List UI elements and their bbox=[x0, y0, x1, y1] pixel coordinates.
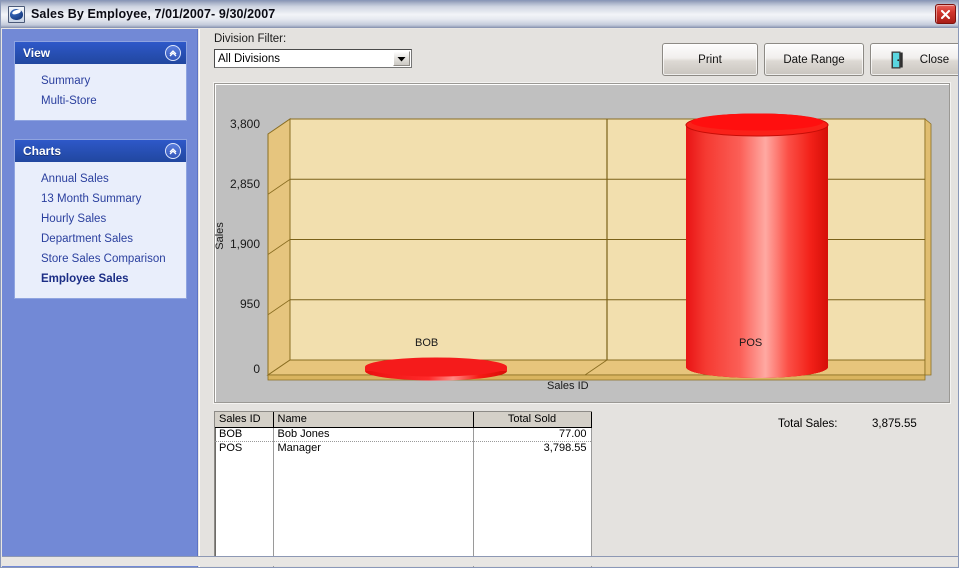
cell-name: Bob Jones bbox=[273, 427, 474, 442]
table-row[interactable]: BOB Bob Jones 77.00 bbox=[215, 427, 592, 442]
table-col-sales-id[interactable]: Sales ID bbox=[215, 412, 274, 428]
svg-text:2,850: 2,850 bbox=[230, 177, 260, 191]
division-filter-value: All Divisions bbox=[218, 52, 280, 65]
chevron-down-icon[interactable] bbox=[393, 51, 410, 66]
cell-total-sold: 3,798.55 bbox=[473, 441, 592, 455]
window-close-button[interactable] bbox=[935, 4, 956, 24]
close-button[interactable]: Close bbox=[870, 43, 958, 76]
total-sales-value: 3,875.55 bbox=[872, 418, 917, 430]
chevron-up-icon[interactable] bbox=[165, 45, 181, 61]
print-button[interactable]: Print bbox=[662, 43, 758, 76]
svg-text:0: 0 bbox=[253, 362, 260, 376]
sidebar-item-store-sales-comparison[interactable]: Store Sales Comparison bbox=[15, 249, 186, 269]
chart-y-axis-label: Sales bbox=[213, 222, 226, 250]
table-row[interactable]: POS Manager 3,798.55 bbox=[215, 441, 592, 455]
exit-door-icon bbox=[891, 51, 906, 69]
panel-title-charts: Charts bbox=[23, 144, 62, 158]
bar-bob bbox=[365, 357, 507, 381]
panel-header-charts: Charts bbox=[15, 140, 186, 162]
division-filter-label: Division Filter: bbox=[214, 33, 287, 45]
division-filter-select[interactable]: All Divisions bbox=[214, 49, 412, 68]
sidebar: View Summary Multi-Store Charts Annual S… bbox=[2, 29, 198, 567]
panel-body-charts: Annual Sales 13 Month Summary Hourly Sal… bbox=[15, 162, 186, 298]
date-range-button-label: Date Range bbox=[783, 53, 845, 66]
table-col-name[interactable]: Name bbox=[273, 412, 474, 428]
panel-title-view: View bbox=[23, 46, 51, 60]
sidebar-item-annual-sales[interactable]: Annual Sales bbox=[15, 169, 186, 189]
chart-category-label-pos: POS bbox=[739, 337, 763, 349]
total-sales-label: Total Sales: bbox=[778, 418, 838, 430]
table-header-row: Sales ID Name Total Sold bbox=[215, 412, 592, 428]
close-button-label: Close bbox=[919, 53, 950, 66]
date-range-button[interactable]: Date Range bbox=[764, 43, 864, 76]
table-empty-rows bbox=[215, 455, 592, 567]
employee-sales-chart: 3,800 2,850 1,900 950 0 Sales BOB POS Sa… bbox=[214, 83, 950, 403]
sidebar-item-13-month-summary[interactable]: 13 Month Summary bbox=[15, 189, 186, 209]
main-content: Division Filter: All Divisions Print Dat… bbox=[199, 29, 958, 567]
svg-text:3,800: 3,800 bbox=[230, 117, 260, 131]
report-window: Sales By Employee, 7/01/2007- 9/30/2007 … bbox=[0, 0, 959, 568]
panel-body-view: Summary Multi-Store bbox=[15, 64, 186, 120]
title-bar: Sales By Employee, 7/01/2007- 9/30/2007 bbox=[1, 1, 958, 28]
status-bar bbox=[2, 556, 958, 566]
chart-x-axis-label: Sales ID bbox=[547, 380, 589, 392]
chart-canvas: 3,800 2,850 1,900 950 0 bbox=[230, 113, 932, 381]
svg-text:950: 950 bbox=[240, 297, 260, 311]
sidebar-item-multi-store[interactable]: Multi-Store bbox=[15, 91, 186, 111]
print-button-label: Print bbox=[698, 53, 722, 66]
chevron-up-icon[interactable] bbox=[165, 143, 181, 159]
svg-text:1,900: 1,900 bbox=[230, 237, 260, 251]
cell-sales-id: POS bbox=[215, 441, 274, 455]
panel-header-view: View bbox=[15, 42, 186, 64]
cell-name: Manager bbox=[273, 441, 474, 455]
close-icon bbox=[940, 9, 951, 19]
table-col-total-sold[interactable]: Total Sold bbox=[473, 412, 592, 428]
cell-sales-id: BOB bbox=[215, 427, 274, 442]
sidebar-item-summary[interactable]: Summary bbox=[15, 71, 186, 91]
chart-category-label-bob: BOB bbox=[415, 337, 439, 349]
sidebar-panel-charts: Charts Annual Sales 13 Month Summary Hou… bbox=[14, 139, 187, 299]
sidebar-item-department-sales[interactable]: Department Sales bbox=[15, 229, 186, 249]
sidebar-item-employee-sales[interactable]: Employee Sales bbox=[15, 269, 186, 289]
employee-sales-table[interactable]: Sales ID Name Total Sold BOB Bob Jones 7… bbox=[214, 411, 592, 567]
sidebar-item-hourly-sales[interactable]: Hourly Sales bbox=[15, 209, 186, 229]
app-logo-icon bbox=[8, 5, 25, 23]
window-title: Sales By Employee, 7/01/2007- 9/30/2007 bbox=[31, 7, 276, 21]
cell-total-sold: 77.00 bbox=[473, 427, 592, 442]
sidebar-panel-view: View Summary Multi-Store bbox=[14, 41, 187, 121]
